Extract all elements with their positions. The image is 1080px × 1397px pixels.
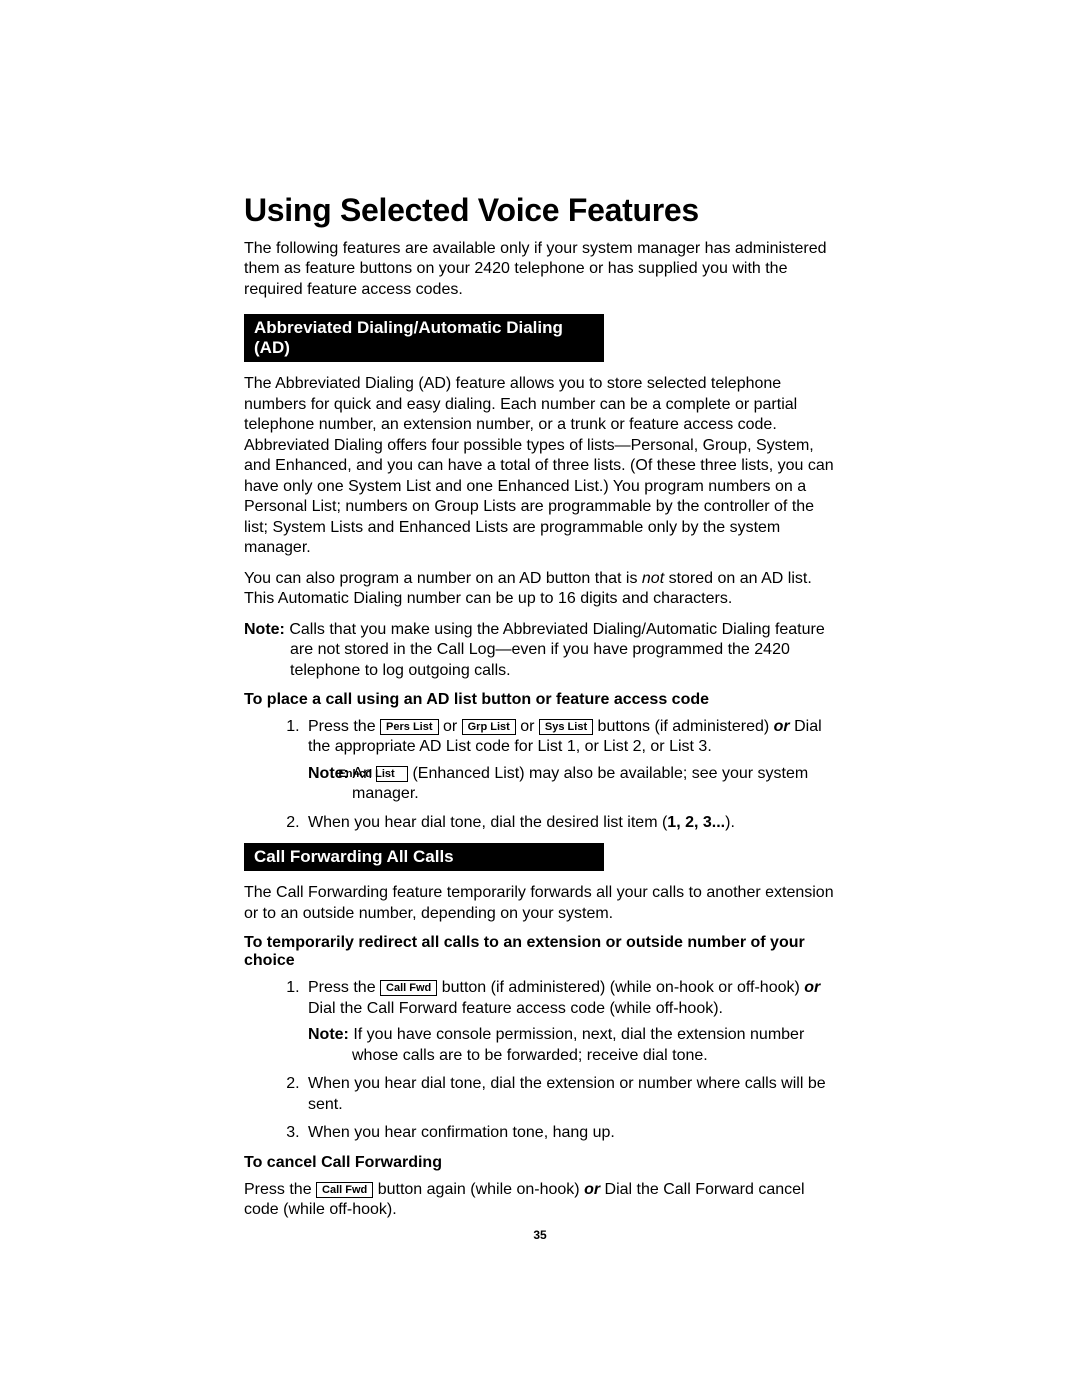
page-title: Using Selected Voice Features <box>244 192 840 229</box>
section2-steps: Press the Call Fwd button (if administer… <box>244 978 840 1143</box>
call-fwd-button: Call Fwd <box>380 980 437 996</box>
section1-steps: Press the Pers List or Grp List or Sys L… <box>244 717 840 833</box>
note-label: Note: <box>244 621 285 638</box>
section1-paragraph-1: The Abbreviated Dialing (AD) feature all… <box>244 374 840 558</box>
note-text: Calls that you make using the Abbreviate… <box>289 621 824 679</box>
section1-step-1: Press the Pers List or Grp List or Sys L… <box>304 717 840 805</box>
grp-list-button: Grp List <box>462 719 516 735</box>
text: (Enhanced List) may also be available; s… <box>352 765 808 802</box>
section-header-call-forwarding: Call Forwarding All Calls <box>244 843 604 871</box>
section2-step-1: Press the Call Fwd button (if administer… <box>304 978 840 1066</box>
emphasis-or: or <box>804 979 820 996</box>
text: Dial the Call Forward feature access cod… <box>308 1000 723 1017</box>
enhcd-list-button: Enhcd List <box>376 766 408 782</box>
section1-step-2: When you hear dial tone, dial the desire… <box>304 813 840 833</box>
note-text: If you have console permission, next, di… <box>352 1026 804 1063</box>
section2-step-2: When you hear dial tone, dial the extens… <box>304 1074 840 1115</box>
emphasis-or: or <box>774 718 790 735</box>
section2-step1-note: Note: If you have console permission, ne… <box>308 1025 840 1066</box>
section-header-abbreviated-dialing: Abbreviated Dialing/Automatic Dialing (A… <box>244 314 604 362</box>
pers-list-button: Pers List <box>380 719 438 735</box>
text: Press the <box>244 1181 316 1198</box>
text: When you hear dial tone, dial the desire… <box>308 814 667 831</box>
bold-list-items: 1, 2, 3... <box>667 814 725 831</box>
page-number: 35 <box>0 1228 1080 1242</box>
text: You can also program a number on an AD b… <box>244 570 642 587</box>
text: buttons (if administered) <box>593 718 774 735</box>
text: or <box>439 718 462 735</box>
text: ). <box>725 814 735 831</box>
call-fwd-button: Call Fwd <box>316 1182 373 1198</box>
sys-list-button: Sys List <box>539 719 593 735</box>
section2-step-3: When you hear confirmation tone, hang up… <box>304 1123 840 1143</box>
text: button (if administered) (while on-hook … <box>437 979 804 996</box>
section2-subheading-2: To cancel Call Forwarding <box>244 1154 840 1172</box>
emphasis-not: not <box>642 570 664 587</box>
intro-paragraph: The following features are available onl… <box>244 239 840 300</box>
emphasis-or: or <box>584 1181 600 1198</box>
document-page: Using Selected Voice Features The follow… <box>0 0 1080 1397</box>
text: Press the <box>308 718 380 735</box>
text: or <box>516 718 539 735</box>
text: button again (while on-hook) <box>373 1181 584 1198</box>
section2-subheading-1: To temporarily redirect all calls to an … <box>244 934 840 970</box>
section1-step1-note: Note: An Enhcd List (Enhanced List) may … <box>308 764 840 805</box>
section1-note: Note: Calls that you make using the Abbr… <box>244 620 840 681</box>
section2-cancel-paragraph: Press the Call Fwd button again (while o… <box>244 1180 840 1221</box>
text: Press the <box>308 979 380 996</box>
section1-subheading: To place a call using an AD list button … <box>244 691 840 709</box>
section2-paragraph-1: The Call Forwarding feature temporarily … <box>244 883 840 924</box>
section1-paragraph-2: You can also program a number on an AD b… <box>244 569 840 610</box>
note-label: Note: <box>308 1026 349 1043</box>
